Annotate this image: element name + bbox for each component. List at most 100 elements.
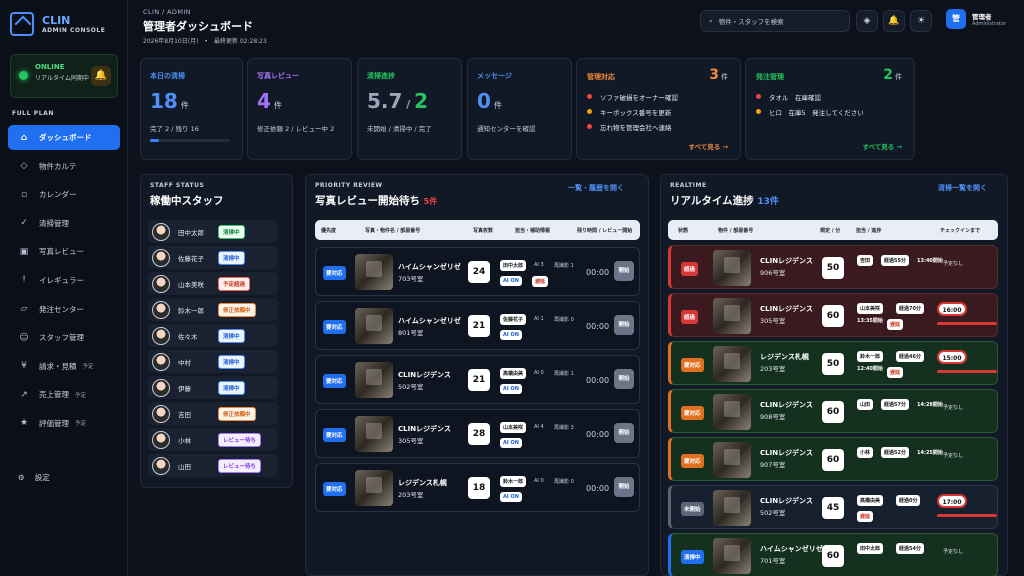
sidebar-item-1[interactable]: ◇ 物件カルテ (8, 154, 120, 179)
realtime-row[interactable]: 要対応 CLINレジデンス 907号室 60 小林 経過52分 14:25開始 予定なし (668, 437, 998, 481)
realtime-row[interactable]: 要対応 レジデンス札幌 203号室 50 鈴木一郎 経過46分 12:40開始 遅延 15:00 (668, 341, 998, 385)
alert-item[interactable]: ソファ破損をオーナー確認 (587, 89, 678, 104)
bullet-icon (756, 94, 761, 99)
gear-icon: ⚙ (18, 473, 25, 482)
kpi-card-photo-review[interactable]: 写真レビュー 4件 修正依頼 2 / レビュー中 2 (247, 58, 352, 160)
room-photo-thumbnail[interactable] (713, 346, 751, 382)
room-number: 908号室 (760, 413, 786, 421)
brand-logo[interactable]: CLIN ADMIN CONSOLE (10, 12, 105, 36)
remaining-timer: 00:00 (586, 268, 610, 277)
room-number: 907号室 (760, 461, 786, 469)
alert-item[interactable]: キーボックス番号を更新 (587, 104, 678, 119)
theme-sun-icon[interactable]: ☀ (910, 10, 932, 32)
home-icon: ⌂ (20, 132, 28, 143)
room-photo-thumbnail[interactable] (355, 470, 393, 506)
standard-minutes: 45 (822, 497, 844, 519)
no-checkin-label: 予定なし (943, 261, 964, 267)
realtime-row[interactable]: 未開始 CLINレジデンス 502号室 45 高橋由美 経過0分 遅延 17:00 (668, 485, 998, 529)
staff-name: 田中太郎 (178, 228, 204, 237)
col-header: 担当 / 進捗 (856, 227, 882, 234)
start-review-button[interactable]: 開始 (614, 477, 634, 497)
review-row[interactable]: 要対応 CLINレジデンス 502号室 21 高橋由美 AI 0 再撮影 1 AI ON 00:… (315, 355, 640, 404)
review-history-link[interactable]: 一覧・履歴を開く (568, 183, 624, 193)
realtime-row[interactable]: 超過 CLINレジデンス 305号室 60 山本美咲 経過70分 13:35開始 遅延 16:0… (668, 293, 998, 337)
staff-row[interactable]: 伊藤 清掃中 (148, 376, 278, 399)
property-name: レジデンス札幌 (398, 479, 447, 487)
kpi-card-messages[interactable]: メッセージ 0件 通知センターを確認 (467, 58, 572, 160)
order-item[interactable]: ヒロ 在庫5 発注してください (756, 104, 864, 119)
brand-subtitle: ADMIN CONSOLE (42, 27, 106, 34)
room-photo-thumbnail[interactable] (713, 298, 751, 334)
staff-title: 稼働中スタッフ (150, 195, 224, 207)
start-review-button[interactable]: 開始 (614, 315, 634, 335)
sidebar-item-3[interactable]: ✓ 清掃管理 (8, 211, 120, 236)
sidebar-item-8[interactable]: ¥ 請求・見積 予定 (8, 354, 120, 379)
alert-item[interactable]: 忘れ物を管理会社へ連絡 (587, 119, 678, 134)
room-photo-thumbnail[interactable] (713, 538, 751, 574)
realtime-row[interactable]: 要対応 CLINレジデンス 908号室 60 山田 経過57分 14:28開始 予定なし (668, 389, 998, 433)
staff-tag: 山本美咲 (500, 422, 527, 433)
review-row[interactable]: 要対応 ハイムシャンゼリゼ 703号室 24 田中太郎 AI 3 再撮影 1 AI ON 遅延 0… (315, 247, 640, 296)
room-photo-thumbnail[interactable] (713, 250, 751, 286)
staff-tag: 鈴木一郎 (857, 351, 884, 362)
kpi-card-progress[interactable]: 清掃進捗 5.7 / 2 未開始 / 清掃中 / 完了 (357, 58, 462, 160)
sidebar-item-7[interactable]: ☺ スタッフ管理 (8, 325, 120, 350)
kpi-card-cleaning[interactable]: 本日の清掃 18 件 完了 2 / 残り 16 (140, 58, 243, 160)
sidebar-item-10[interactable]: ★ 評価管理 予定 (8, 411, 120, 436)
sidebar-item-0[interactable]: ⌂ ダッシュボード (8, 125, 120, 150)
start-time: 12:40開始 (857, 366, 883, 372)
sidebar-item-5[interactable]: ! イレギュラー (8, 268, 120, 293)
realtime-list-link[interactable]: 清掃一覧を開く (938, 183, 987, 193)
room-photo-thumbnail[interactable] (355, 362, 393, 398)
staff-row[interactable]: 田中太郎 清掃中 (148, 220, 278, 243)
staff-tag: 田中太郎 (857, 543, 884, 554)
room-photo-thumbnail[interactable] (713, 442, 751, 478)
staff-row[interactable]: 中村 清掃中 (148, 350, 278, 373)
staff-row[interactable]: 吉田 修正依頼中 (148, 402, 278, 425)
start-review-button[interactable]: 開始 (614, 369, 634, 389)
avatar (152, 404, 170, 423)
staff-row[interactable]: 佐藤花子 清掃中 (148, 246, 278, 269)
room-photo-thumbnail[interactable] (355, 308, 393, 344)
staff-row[interactable]: 小林 レビュー待ち (148, 428, 278, 451)
staff-row[interactable]: 山本美咲 予定超過 (148, 272, 278, 295)
avatar[interactable]: 管 (946, 9, 966, 29)
sidebar-item-label: 物件カルテ (39, 161, 77, 171)
room-photo-thumbnail[interactable] (355, 416, 393, 452)
trend-icon: ↗ (20, 389, 28, 400)
notification-bell-icon[interactable]: 🔔 (883, 10, 905, 32)
bell-icon[interactable]: 🔔 (91, 66, 111, 86)
staff-row[interactable]: 佐々木 清掃中 (148, 324, 278, 347)
sidebar-item-4[interactable]: ▣ 写真レビュー (8, 239, 120, 264)
avatar (152, 300, 170, 319)
order-item[interactable]: タオル 在庫確認 (756, 89, 864, 104)
review-row[interactable]: 要対応 レジデンス札幌 203号室 18 鈴木一郎 AI 0 再撮影 0 AI ON 00:00… (315, 463, 640, 512)
ai-on-tag: AI ON (500, 492, 522, 502)
alerts-label: 管理対応 (587, 73, 615, 81)
sidebar-item-9[interactable]: ↗ 売上管理 予定 (8, 382, 120, 407)
staff-row[interactable]: 山田 レビュー待ち (148, 454, 278, 477)
review-row[interactable]: 要対応 CLINレジデンス 305号室 28 山本美咲 AI 4 再撮影 3 AI ON 00:… (315, 409, 640, 458)
review-row[interactable]: 要対応 ハイムシャンゼリゼ 801号室 21 佐藤花子 AI 1 再撮影 0 AI ON 00:… (315, 301, 640, 350)
sidebar-item-2[interactable]: ▫ カレンダー (8, 182, 120, 207)
room-photo-thumbnail[interactable] (355, 254, 393, 290)
staff-row[interactable]: 鈴木一郎 修正依頼中 (148, 298, 278, 321)
diamond-toggle-icon[interactable]: ◈ (856, 10, 878, 32)
plan-tag: 予定 (75, 392, 87, 399)
start-review-button[interactable]: 開始 (614, 261, 634, 281)
status-badge: 清掃中 (218, 380, 245, 395)
orders-see-all-link[interactable]: すべて見る → (863, 141, 903, 151)
alerts-see-all-link[interactable]: すべて見る → (689, 141, 729, 151)
start-review-button[interactable]: 開始 (614, 423, 634, 443)
realtime-row[interactable]: 清掃中 ハイムシャンゼリゼ 701号室 60 田中太郎 経過54分 予定なし (668, 533, 998, 576)
photo-count: 28 (468, 423, 490, 445)
sidebar-item-6[interactable]: ▱ 発注センター (8, 297, 120, 322)
search-input[interactable]: ⌕ 物件・スタッフを検索 (700, 10, 850, 32)
room-photo-thumbnail[interactable] (713, 490, 751, 526)
realtime-row[interactable]: 超過 CLINレジデンス 906号室 50 吉田 経過55分 13:40開始 予定なし (668, 245, 998, 289)
room-photo-thumbnail[interactable] (713, 394, 751, 430)
staff-caption: STAFF STATUS (150, 182, 205, 189)
col-header: 規定 / 分 (820, 227, 841, 234)
sidebar-item-settings[interactable]: ⚙ 設定 (18, 472, 50, 483)
kpi-value: 0件 (477, 89, 502, 113)
